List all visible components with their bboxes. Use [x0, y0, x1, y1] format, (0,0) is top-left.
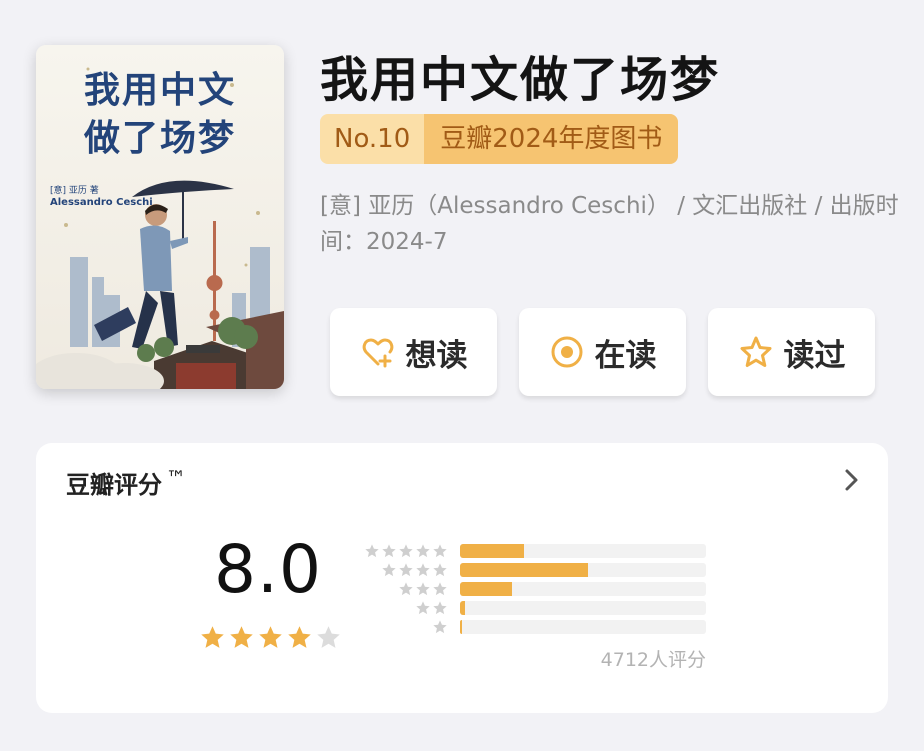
star-filled-icon	[230, 626, 253, 648]
rating-row-stars	[415, 600, 448, 616]
want-to-read-button[interactable]: 想读	[330, 308, 497, 396]
rating-count[interactable]: 4712人评分	[596, 645, 706, 672]
rating-card[interactable]: 豆瓣评分 ™ 8.0 4712人评分	[36, 443, 888, 713]
rating-row-2-star	[366, 599, 706, 618]
star-small-icon	[416, 563, 430, 577]
rating-row-stars	[381, 562, 448, 578]
cover-title-line1: 我用中文	[83, 69, 236, 111]
want-to-read-label: 想读	[405, 337, 468, 374]
rank-number: No.10	[320, 114, 425, 164]
rating-bar-track	[460, 601, 706, 615]
rating-row-3-star	[366, 580, 706, 599]
star-small-icon	[416, 544, 430, 558]
heart-plus-icon	[362, 338, 393, 368]
rating-bar-fill	[460, 582, 512, 596]
have-read-button[interactable]: 读过	[708, 308, 875, 396]
rating-bar-track	[460, 544, 706, 558]
star-empty-icon	[317, 626, 340, 648]
star-small-icon	[433, 601, 447, 615]
cover-credit: [意] 亚历 著 Alessandro Ceschi	[50, 185, 153, 209]
star-filled-icon	[288, 626, 311, 648]
rating-row-5-star	[364, 542, 706, 561]
rating-row-stars	[364, 543, 448, 559]
cover-title-line2: 做了场梦	[83, 117, 236, 159]
rating-bar-track	[460, 582, 706, 596]
annual-ranking-badge[interactable]: No.10 豆瓣2024年度图书	[320, 114, 679, 164]
star-outline-icon	[740, 336, 771, 367]
reading-label: 在读	[594, 337, 657, 374]
trademark-symbol: ™	[166, 466, 186, 490]
rating-bar-fill	[460, 620, 462, 634]
star-small-icon	[365, 544, 379, 558]
rating-row-stars	[432, 619, 448, 635]
star-small-icon	[433, 620, 447, 634]
star-small-icon	[416, 582, 430, 596]
rank-list-name: 豆瓣2024年度图书	[424, 114, 679, 164]
star-small-icon	[382, 563, 396, 577]
have-read-label: 读过	[783, 337, 846, 374]
rating-heading: 豆瓣评分 ™	[66, 465, 186, 500]
book-title: 我用中文做了场梦	[320, 52, 721, 108]
star-small-icon	[416, 601, 430, 615]
rating-row-stars	[398, 581, 448, 597]
star-small-icon	[399, 582, 413, 596]
reading-button[interactable]: 在读	[519, 308, 686, 396]
target-circle-icon	[551, 336, 582, 368]
rating-bar-fill	[460, 544, 524, 558]
rating-heading-text: 豆瓣评分	[66, 471, 162, 499]
book-cover[interactable]: 我用中文 做了场梦 [意] 亚历 著 Alessandro Ceschi	[36, 45, 284, 389]
rating-bar-fill	[460, 563, 588, 577]
star-filled-icon	[201, 626, 224, 648]
cover-author-en: Alessandro Ceschi	[50, 197, 153, 208]
rating-row-4-star	[366, 561, 706, 580]
rating-bar-track	[460, 620, 706, 634]
score-stars	[199, 624, 342, 651]
star-small-icon	[433, 544, 447, 558]
star-small-icon	[399, 563, 413, 577]
rating-row-1-star	[366, 618, 706, 637]
star-filled-icon	[259, 626, 282, 648]
rating-bar-track	[460, 563, 706, 577]
star-small-icon	[433, 563, 447, 577]
rating-score: 8.0	[214, 531, 322, 608]
star-small-icon	[399, 544, 413, 558]
chevron-right-icon[interactable]	[838, 465, 864, 495]
rating-bar-fill	[460, 601, 465, 615]
cover-author-cn: [意] 亚历 著	[50, 186, 99, 196]
star-small-icon	[382, 544, 396, 558]
book-meta[interactable]: [意] 亚历（Alessandro Ceschi） / 文汇出版社 / 出版时间…	[320, 188, 900, 260]
reading-status-actions: 想读 在读 读过	[330, 308, 875, 396]
star-small-icon	[433, 582, 447, 596]
